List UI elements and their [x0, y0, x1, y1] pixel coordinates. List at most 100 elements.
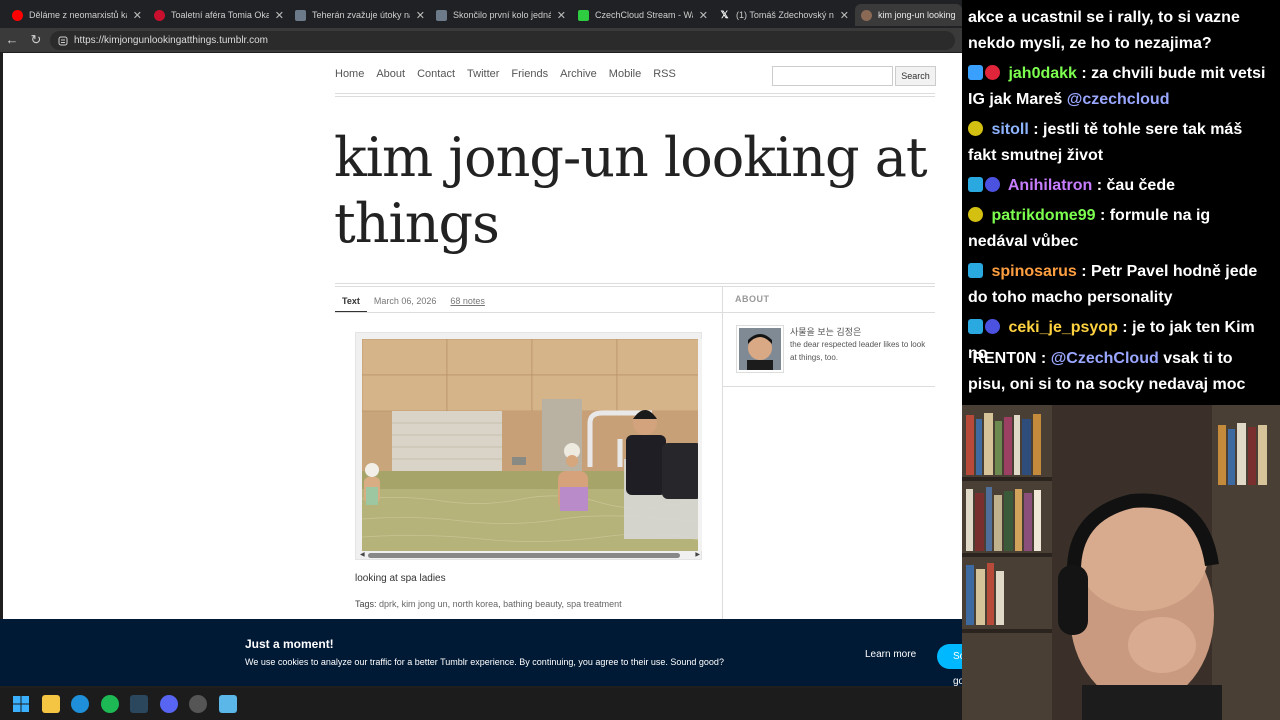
tab-6[interactable]: 𝕏 (1) Tomáš Zdechovský na pla ✕ — [713, 4, 855, 26]
post-meta: Text March 06, 2026 68 notes — [335, 290, 485, 312]
close-icon[interactable]: ✕ — [699, 9, 708, 22]
tag-link[interactable]: bathing beauty — [503, 599, 561, 609]
post-meta-divider — [335, 312, 723, 313]
blog-title[interactable]: kim jong-un looking at things — [334, 125, 934, 257]
accept-cookies-button[interactable]: Sound good — [937, 644, 962, 686]
search-button[interactable]: Search — [895, 66, 936, 86]
cube-badge-icon — [968, 177, 983, 192]
tag-link[interactable]: north korea — [453, 599, 499, 609]
nav-mobile[interactable]: Mobile — [609, 68, 641, 80]
chat-message: spinosarus : Petr Pavel hodně jede do to… — [968, 263, 1258, 306]
chat-username[interactable]: Anihilatron — [1008, 177, 1092, 194]
tab-7-active[interactable]: kim jong-un looking at th — [855, 4, 962, 26]
chat-mention[interactable]: @CzechCloud — [1051, 350, 1159, 367]
youtube-icon — [12, 9, 23, 21]
spotify-icon[interactable] — [101, 695, 119, 713]
photo-scrollbar[interactable]: ◀ ▶ — [360, 551, 700, 559]
nav-contact[interactable]: Contact — [417, 68, 455, 80]
edge-browser-icon[interactable] — [71, 695, 89, 713]
user-badges — [968, 65, 1000, 80]
user-badges — [968, 319, 1000, 334]
chat-text: akce a ucastnil se i rally, to si vazne … — [968, 9, 1240, 52]
tab-strip: Děláme z neomarxistů kapitá ✕ Toaletní a… — [0, 0, 962, 28]
nav-twitter[interactable]: Twitter — [467, 68, 499, 80]
nav-archive[interactable]: Archive — [560, 68, 597, 80]
post-date: March 06, 2026 — [373, 296, 437, 306]
post-tags: Tags: dprk, kim jong un, north korea, ba… — [355, 599, 622, 609]
chat-username[interactable]: ceki_je_psyop — [1008, 319, 1117, 336]
nav-home[interactable]: Home — [335, 68, 364, 80]
chat-message: RENT0N : @CzechCloud vsak ti to pisu, on… — [968, 350, 1246, 393]
page-icon — [436, 9, 447, 21]
chat-username[interactable]: jah0dakk — [1008, 65, 1076, 82]
close-icon[interactable]: ✕ — [557, 9, 566, 22]
about-description: the dear respected leader likes to look … — [790, 340, 926, 362]
address-bar[interactable]: https://kimjongunlookingatthings.tumblr.… — [50, 31, 955, 50]
chat-username[interactable]: spinosarus — [991, 263, 1076, 280]
user-badges — [968, 177, 1000, 192]
reload-icon[interactable]: ↻ — [28, 32, 44, 48]
tab-5[interactable]: CzechCloud Stream - Watch L ✕ — [572, 4, 714, 26]
gem-badge-icon — [985, 319, 1000, 334]
chat-message: akce a ucastnil se i rally, to si vazne … — [968, 5, 1274, 57]
tag-link[interactable]: spa treatment — [567, 599, 622, 609]
chat-mention[interactable]: @czechcloud — [1067, 91, 1170, 108]
back-arrow-icon[interactable]: ← — [4, 32, 20, 48]
chat-text: čau čede — [1106, 177, 1175, 194]
tab-2[interactable]: Toaletní aféra Tomia Okamur ✕ — [148, 4, 290, 26]
notepad-icon[interactable] — [219, 695, 237, 713]
user-badges — [968, 121, 983, 136]
close-icon[interactable]: ✕ — [840, 9, 849, 22]
tab-3[interactable]: Teherán zvažuje útoky na výz ✕ — [289, 4, 431, 26]
close-icon[interactable]: ✕ — [133, 9, 142, 22]
windows-start-icon[interactable] — [12, 695, 30, 713]
search-input[interactable] — [772, 66, 893, 86]
tag-link[interactable]: dprk — [379, 599, 397, 609]
cube-badge-icon — [968, 263, 983, 278]
close-icon[interactable]: ✕ — [275, 9, 284, 22]
tab-title: kim jong-un looking at th — [878, 10, 956, 20]
tab-1[interactable]: Děláme z neomarxistů kapitá ✕ — [6, 4, 148, 26]
url-text: https://kimjongunlookingatthings.tumblr.… — [74, 35, 268, 46]
scrollbar-thumb[interactable] — [368, 553, 680, 558]
tab-title: Děláme z neomarxistů kapitá — [29, 10, 127, 20]
cookie-banner: Just a moment! We use cookies to analyze… — [0, 619, 962, 686]
learn-more-link[interactable]: Learn more — [865, 649, 916, 660]
taskbar — [0, 688, 962, 720]
scroll-right-arrow-icon[interactable]: ▶ — [695, 551, 700, 558]
obs-icon[interactable] — [189, 695, 207, 713]
gem-badge-icon — [985, 177, 1000, 192]
tier-badge-icon — [968, 207, 983, 222]
cookie-title: Just a moment! — [245, 637, 334, 651]
blog-nav: Home About Contact Twitter Friends Archi… — [335, 68, 676, 80]
nav-rss[interactable]: RSS — [653, 68, 676, 80]
file-explorer-icon[interactable] — [42, 695, 60, 713]
subscriber-badge-icon — [968, 65, 983, 80]
steam-icon[interactable] — [130, 695, 148, 713]
cube-badge-icon — [968, 319, 983, 334]
nav-divider — [335, 93, 935, 94]
webcam-feed — [962, 405, 1280, 720]
chat-username[interactable]: sitoll — [991, 121, 1028, 138]
chat-username[interactable]: RENT0N — [972, 350, 1036, 367]
tab-title: Teherán zvažuje útoky na výz — [312, 10, 410, 20]
tag-link[interactable]: kim jong un — [402, 599, 448, 609]
nav-friends[interactable]: Friends — [511, 68, 548, 80]
post-photo[interactable] — [362, 339, 702, 551]
browser-toolbar: ← ↻ https://kimjongunlookingatthings.tum… — [0, 28, 962, 52]
czechcloud-icon — [578, 9, 589, 21]
about-divider — [723, 312, 935, 313]
post-type: Text — [342, 296, 360, 306]
tumblr-avatar-icon — [861, 9, 872, 21]
nav-about[interactable]: About — [376, 68, 405, 80]
web-page: Home About Contact Twitter Friends Archi… — [3, 53, 962, 619]
chat-username[interactable]: patrikdome99 — [991, 207, 1095, 224]
post-notes-link[interactable]: 68 notes — [450, 296, 485, 306]
about-heading: ABOUT — [735, 294, 770, 304]
site-info-icon[interactable] — [58, 36, 68, 46]
tab-4[interactable]: Skončilo první kolo jednání m ✕ — [430, 4, 572, 26]
scroll-left-arrow-icon[interactable]: ◀ — [360, 551, 365, 558]
blog-avatar[interactable] — [736, 325, 784, 373]
close-icon[interactable]: ✕ — [416, 9, 425, 22]
discord-icon[interactable] — [160, 695, 178, 713]
